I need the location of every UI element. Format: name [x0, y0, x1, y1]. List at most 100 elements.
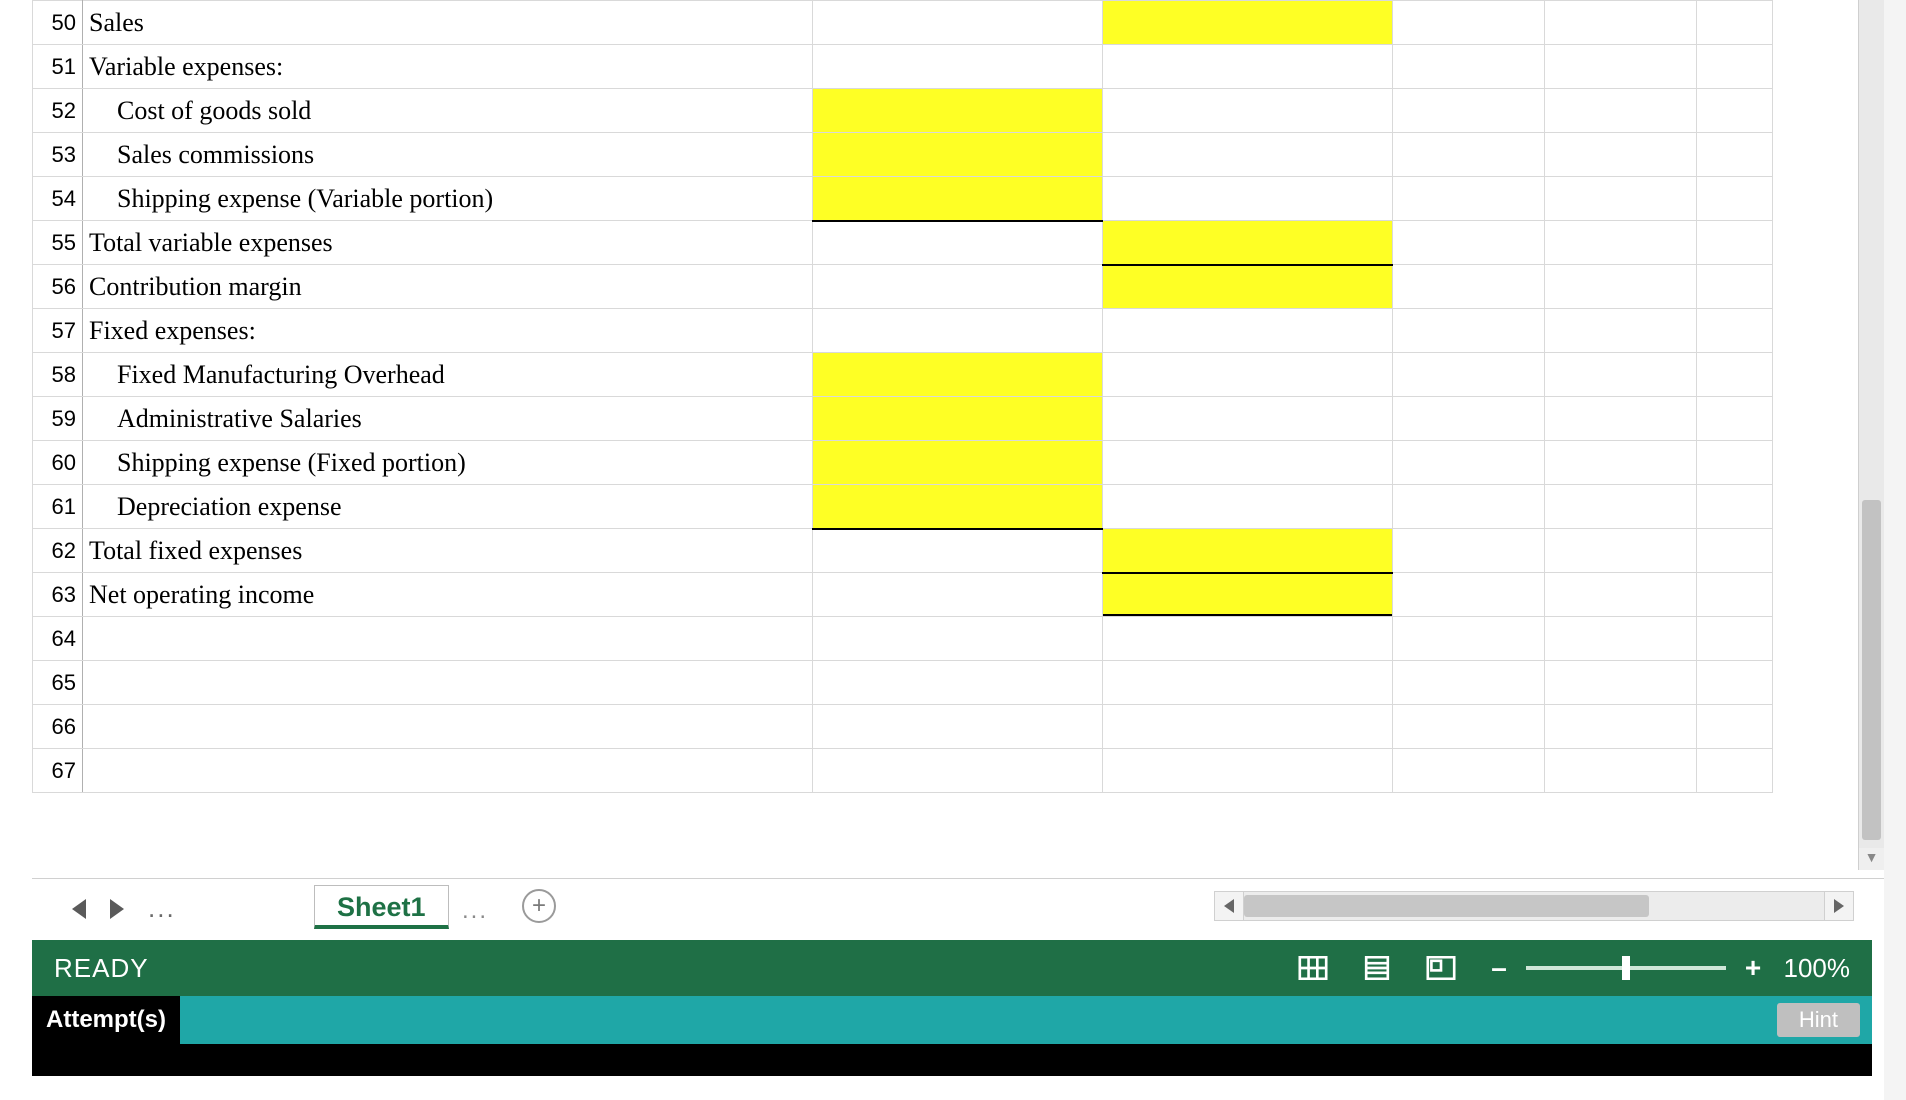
cell[interactable]: [1697, 133, 1773, 177]
cell[interactable]: [1545, 617, 1697, 661]
cell[interactable]: [1393, 1, 1545, 45]
cell[interactable]: [813, 705, 1103, 749]
cell[interactable]: [1103, 89, 1393, 133]
cell[interactable]: [1697, 177, 1773, 221]
cell[interactable]: [813, 45, 1103, 89]
cell[interactable]: [1103, 617, 1393, 661]
cell[interactable]: [1697, 485, 1773, 529]
cell[interactable]: [1697, 45, 1773, 89]
cell[interactable]: [1393, 45, 1545, 89]
row-number[interactable]: 54: [33, 177, 83, 221]
cell[interactable]: [1697, 529, 1773, 573]
cell[interactable]: [813, 221, 1103, 265]
row-number[interactable]: 56: [33, 265, 83, 309]
row-number[interactable]: 51: [33, 45, 83, 89]
tab-overflow-icon[interactable]: ...: [462, 897, 488, 925]
cell-label[interactable]: Fixed expenses:: [83, 309, 813, 353]
cell[interactable]: [1697, 265, 1773, 309]
cell[interactable]: [813, 309, 1103, 353]
cell[interactable]: [1697, 749, 1773, 793]
view-normal-button[interactable]: [1296, 954, 1330, 982]
cell[interactable]: [1545, 397, 1697, 441]
cell[interactable]: [1545, 749, 1697, 793]
row-number[interactable]: 67: [33, 749, 83, 793]
cell-label[interactable]: Fixed Manufacturing Overhead: [83, 353, 813, 397]
cell[interactable]: [1545, 1, 1697, 45]
row-number[interactable]: 53: [33, 133, 83, 177]
scroll-down-button[interactable]: ▼: [1859, 848, 1884, 870]
cell[interactable]: [1545, 353, 1697, 397]
row-number[interactable]: 55: [33, 221, 83, 265]
horizontal-scrollbar-track[interactable]: [1244, 891, 1824, 921]
cell[interactable]: [1697, 573, 1773, 617]
zoom-out-button[interactable]: –: [1488, 952, 1510, 984]
zoom-slider-knob[interactable]: [1622, 956, 1630, 980]
cell[interactable]: [1545, 45, 1697, 89]
cell[interactable]: [813, 177, 1103, 221]
cell-label[interactable]: [83, 617, 813, 661]
cell[interactable]: [1393, 397, 1545, 441]
cell[interactable]: [1393, 573, 1545, 617]
tab-nav-more-icon[interactable]: ...: [148, 893, 176, 924]
spreadsheet-grid[interactable]: 50Sales51Variable expenses:52Cost of goo…: [32, 0, 1772, 792]
cell[interactable]: [1393, 485, 1545, 529]
row-number[interactable]: 58: [33, 353, 83, 397]
sheet-tab-active[interactable]: Sheet1: [314, 885, 449, 929]
cell[interactable]: [1545, 177, 1697, 221]
cell[interactable]: [1545, 89, 1697, 133]
cell[interactable]: [1545, 485, 1697, 529]
cell[interactable]: [1103, 661, 1393, 705]
cell[interactable]: [1697, 397, 1773, 441]
cell[interactable]: [1103, 1, 1393, 45]
horizontal-scrollbar[interactable]: [1214, 891, 1854, 921]
cell[interactable]: [813, 397, 1103, 441]
cell-label[interactable]: Sales commissions: [83, 133, 813, 177]
cell[interactable]: [1103, 749, 1393, 793]
cell[interactable]: [1103, 309, 1393, 353]
row-number[interactable]: 52: [33, 89, 83, 133]
cell[interactable]: [1103, 441, 1393, 485]
row-number[interactable]: 60: [33, 441, 83, 485]
cell[interactable]: [1545, 441, 1697, 485]
row-number[interactable]: 61: [33, 485, 83, 529]
cell[interactable]: [813, 265, 1103, 309]
cell[interactable]: [1393, 265, 1545, 309]
cell[interactable]: [1697, 705, 1773, 749]
cell[interactable]: [1393, 177, 1545, 221]
tab-nav-next-icon[interactable]: [110, 899, 124, 919]
row-number[interactable]: 59: [33, 397, 83, 441]
cell[interactable]: [1393, 89, 1545, 133]
cell-label[interactable]: Administrative Salaries: [83, 397, 813, 441]
cell[interactable]: [1103, 705, 1393, 749]
cell[interactable]: [1103, 573, 1393, 617]
cell[interactable]: [1393, 353, 1545, 397]
cell[interactable]: [1393, 749, 1545, 793]
cell[interactable]: [1545, 529, 1697, 573]
cell[interactable]: [813, 441, 1103, 485]
cell-label[interactable]: Variable expenses:: [83, 45, 813, 89]
cell-label[interactable]: Shipping expense (Fixed portion): [83, 441, 813, 485]
cell[interactable]: [813, 89, 1103, 133]
cell[interactable]: [813, 749, 1103, 793]
cell-label[interactable]: [83, 749, 813, 793]
cell-label[interactable]: Depreciation expense: [83, 485, 813, 529]
row-number[interactable]: 62: [33, 529, 83, 573]
zoom-in-button[interactable]: +: [1742, 952, 1764, 984]
cell[interactable]: [1545, 221, 1697, 265]
cell-label[interactable]: Cost of goods sold: [83, 89, 813, 133]
cell[interactable]: [813, 661, 1103, 705]
row-number[interactable]: 66: [33, 705, 83, 749]
cell[interactable]: [1393, 309, 1545, 353]
cell[interactable]: [1103, 529, 1393, 573]
cell[interactable]: [1697, 221, 1773, 265]
hint-button[interactable]: Hint: [1777, 1003, 1860, 1037]
cell[interactable]: [1697, 1, 1773, 45]
cell[interactable]: [1697, 617, 1773, 661]
cell[interactable]: [1697, 353, 1773, 397]
vertical-scrollbar-thumb[interactable]: [1862, 500, 1881, 840]
cell[interactable]: [1393, 705, 1545, 749]
vertical-scrollbar[interactable]: ▼: [1858, 0, 1884, 870]
cell[interactable]: [813, 617, 1103, 661]
cell[interactable]: [1697, 441, 1773, 485]
row-number[interactable]: 57: [33, 309, 83, 353]
